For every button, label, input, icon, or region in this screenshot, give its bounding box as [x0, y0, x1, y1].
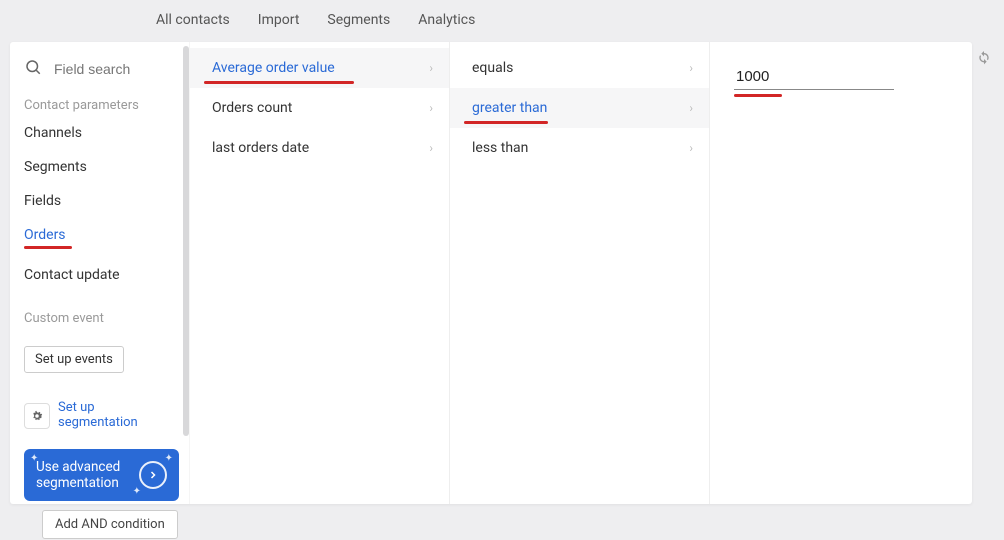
fields-column: Average order value › Orders count › las…: [190, 42, 450, 504]
operator-less-than[interactable]: less than ›: [450, 128, 709, 168]
chevron-right-icon: ›: [689, 141, 693, 155]
value-column: [710, 42, 972, 504]
operators-column: equals › greater than › less than ›: [450, 42, 710, 504]
chevron-right-icon: ›: [429, 141, 433, 155]
field-search-input[interactable]: [52, 60, 179, 78]
advanced-segmentation-label: Use advanced segmentation: [36, 459, 136, 491]
highlight-underline: [24, 246, 72, 249]
chevron-right-icon: ›: [429, 61, 433, 75]
sparkle-icon: ✦: [165, 453, 173, 464]
operator-greater-than[interactable]: greater than ›: [450, 88, 709, 128]
setup-events-button[interactable]: Set up events: [24, 346, 124, 373]
operator-label: equals: [472, 60, 513, 76]
chevron-right-icon: ›: [689, 101, 693, 115]
sparkle-icon: ✦: [30, 453, 38, 464]
highlight-underline: [734, 94, 782, 97]
contact-params-label: Contact parameters: [24, 98, 189, 113]
topnav-segments[interactable]: Segments: [327, 12, 390, 28]
refresh-icon[interactable]: [976, 49, 992, 65]
field-last-orders-date[interactable]: last orders date ›: [190, 128, 449, 168]
field-search: [24, 58, 189, 80]
param-channels[interactable]: Channels: [24, 125, 189, 141]
custom-event-label: Custom event: [24, 311, 189, 326]
highlight-underline: [204, 81, 354, 84]
param-fields[interactable]: Fields: [24, 193, 189, 209]
topnav-all-contacts[interactable]: All contacts: [156, 12, 230, 28]
topnav-import[interactable]: Import: [258, 12, 300, 28]
operator-label: greater than: [472, 100, 547, 116]
chevron-right-circle-icon: [139, 461, 167, 489]
param-segments[interactable]: Segments: [24, 159, 189, 175]
setup-segmentation-link[interactable]: Set up segmentation: [58, 401, 138, 431]
param-orders[interactable]: Orders: [24, 227, 189, 249]
param-orders-label: Orders: [24, 227, 66, 243]
sparkle-icon: ✦: [133, 486, 141, 497]
operator-equals[interactable]: equals ›: [450, 48, 709, 88]
value-input[interactable]: [734, 64, 894, 90]
search-icon: [24, 58, 42, 80]
chevron-right-icon: ›: [689, 61, 693, 75]
field-label: Orders count: [212, 100, 292, 116]
segmentation-panel: Contact parameters Channels Segments Fie…: [10, 42, 972, 504]
field-label: Average order value: [212, 60, 335, 76]
top-nav: All contacts Import Segments Analytics: [0, 0, 1004, 40]
highlight-underline: [464, 121, 548, 124]
field-orders-count[interactable]: Orders count ›: [190, 88, 449, 128]
topnav-analytics[interactable]: Analytics: [418, 12, 475, 28]
operator-label: less than: [472, 140, 528, 156]
field-average-order-value[interactable]: Average order value ›: [190, 48, 449, 88]
chevron-right-icon: ›: [429, 101, 433, 115]
sidebar: Contact parameters Channels Segments Fie…: [10, 42, 190, 504]
add-and-condition-button[interactable]: Add AND condition: [42, 510, 178, 539]
field-label: last orders date: [212, 140, 309, 156]
param-contact-update[interactable]: Contact update: [24, 267, 189, 283]
advanced-segmentation-button[interactable]: ✦ ✦ ✦ Use advanced segmentation: [24, 449, 179, 501]
gear-icon[interactable]: [24, 403, 50, 429]
